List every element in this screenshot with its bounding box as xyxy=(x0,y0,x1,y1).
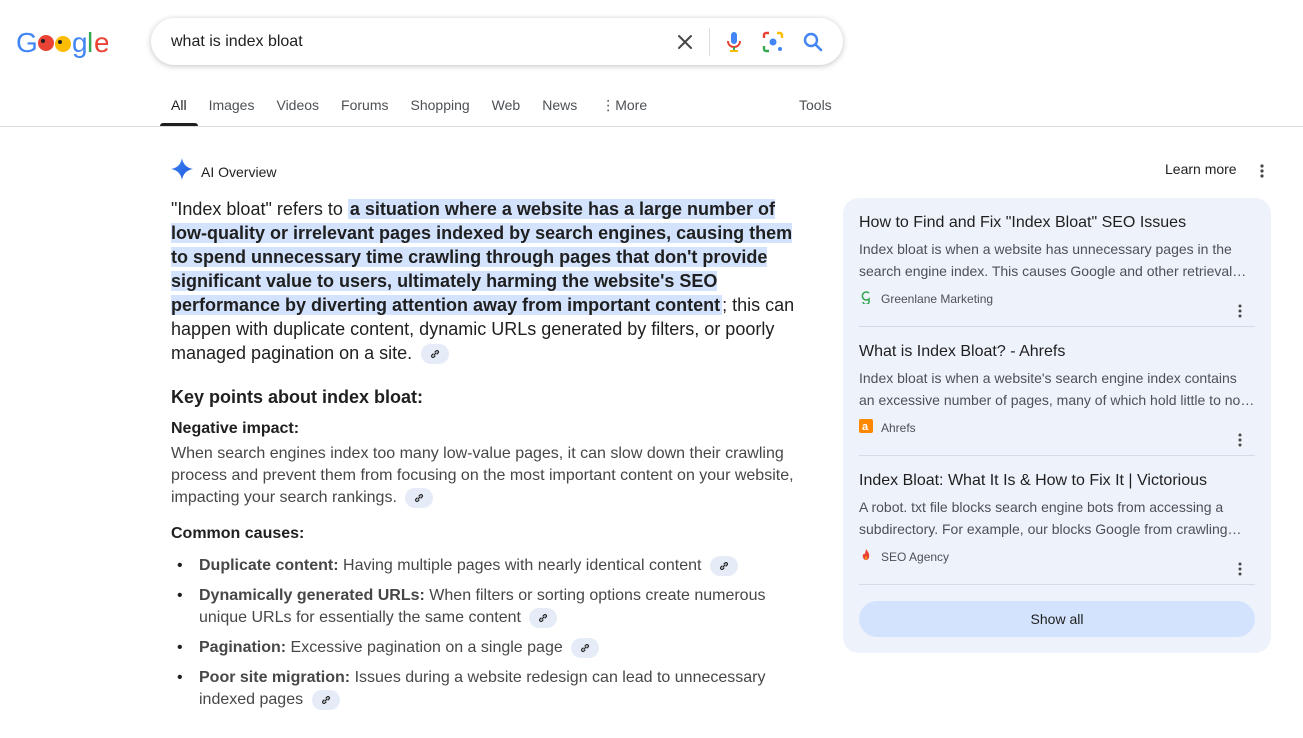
source-card[interactable]: What is Index Bloat? - Ahrefs Index bloa… xyxy=(859,341,1255,447)
flame-favicon-icon xyxy=(859,548,873,565)
link-icon[interactable] xyxy=(709,555,738,576)
source-snippet: A robot. txt file blocks search engine b… xyxy=(859,499,1242,537)
google-logo[interactable]: G g l e xyxy=(16,26,110,58)
source-divider xyxy=(859,455,1255,456)
link-icon[interactable] xyxy=(529,607,558,628)
search-box[interactable] xyxy=(151,18,843,65)
tab-news[interactable]: News xyxy=(531,88,588,126)
greenlane-favicon-icon xyxy=(859,290,873,307)
kebab-icon[interactable] xyxy=(1233,560,1247,578)
tab-more-label: More xyxy=(615,97,648,113)
list-item: Duplicate content: Having multiple pages… xyxy=(171,555,801,577)
kebab-icon: ⋮ xyxy=(601,97,616,113)
tab-all[interactable]: All xyxy=(160,88,198,126)
sources-panel: How to Find and Fix "Index Bloat" SEO Is… xyxy=(843,198,1271,653)
svg-text:a: a xyxy=(862,421,869,433)
tab-images[interactable]: Images xyxy=(198,88,266,126)
link-icon[interactable] xyxy=(421,344,450,365)
kebab-icon[interactable] xyxy=(1233,302,1247,320)
source-title[interactable]: Index Bloat: What It Is & How to Fix It … xyxy=(859,470,1255,492)
source-snippet: Index bloat is when a website has unnece… xyxy=(859,241,1247,279)
mic-icon[interactable] xyxy=(721,29,747,55)
cause-term: Poor site migration: xyxy=(199,669,351,686)
sparkle-icon xyxy=(171,158,193,185)
tools-button[interactable]: Tools xyxy=(799,88,832,122)
list-item: Poor site migration: Issues during a web… xyxy=(171,667,801,711)
cause-term: Pagination: xyxy=(199,639,287,656)
tab-forums[interactable]: Forums xyxy=(330,88,399,126)
learn-more-link[interactable]: Learn more xyxy=(1165,161,1237,177)
ai-overview-body: "Index bloat" refers to a situation wher… xyxy=(171,197,801,719)
svg-text:g: g xyxy=(72,27,87,58)
kebab-icon[interactable] xyxy=(1253,161,1271,181)
kebab-icon[interactable] xyxy=(1233,431,1247,449)
source-site: a Ahrefs xyxy=(859,419,1255,436)
svg-text:l: l xyxy=(87,27,92,58)
negative-impact-heading: Negative impact: xyxy=(171,420,300,437)
search-input[interactable] xyxy=(171,30,651,54)
source-site-name: SEO Agency xyxy=(881,549,950,564)
intro-lead: "Index bloat" refers to xyxy=(171,199,348,219)
clear-icon[interactable] xyxy=(672,29,698,55)
negative-impact-text: When search engines index too many low-v… xyxy=(171,443,801,509)
intro-paragraph: "Index bloat" refers to a situation wher… xyxy=(171,197,801,365)
link-icon[interactable] xyxy=(311,689,340,710)
show-all-button[interactable]: Show all xyxy=(859,601,1255,637)
cause-text: Having multiple pages with nearly identi… xyxy=(338,557,702,574)
tab-more[interactable]: ⋮ More xyxy=(588,88,658,126)
source-title[interactable]: What is Index Bloat? - Ahrefs xyxy=(859,341,1255,363)
search-icon[interactable] xyxy=(800,29,826,55)
key-points-heading: Key points about index bloat: xyxy=(171,387,424,407)
header-divider xyxy=(0,126,1303,127)
source-card[interactable]: How to Find and Fix "Index Bloat" SEO Is… xyxy=(859,212,1255,318)
common-causes-heading: Common causes: xyxy=(171,525,305,542)
ahrefs-favicon-icon: a xyxy=(859,419,873,436)
tab-videos[interactable]: Videos xyxy=(265,88,330,126)
source-card[interactable]: Index Bloat: What It Is & How to Fix It … xyxy=(859,470,1255,576)
cause-term: Dynamically generated URLs: xyxy=(199,587,425,604)
link-icon[interactable] xyxy=(571,637,600,658)
cause-text: Excessive pagination on a single page xyxy=(286,639,563,656)
google-doodle-logo: G g l e xyxy=(16,27,110,58)
search-divider xyxy=(709,28,710,56)
ai-overview-label: AI Overview xyxy=(201,163,277,180)
source-divider xyxy=(859,584,1255,585)
cause-term: Duplicate content: xyxy=(199,557,339,574)
source-site-name: Ahrefs xyxy=(881,420,916,435)
tab-shopping[interactable]: Shopping xyxy=(400,88,481,126)
link-icon[interactable] xyxy=(405,487,434,508)
ai-overview-header: AI Overview xyxy=(171,158,276,185)
source-snippet: Index bloat is when a website's search e… xyxy=(859,370,1255,408)
tab-web[interactable]: Web xyxy=(481,88,532,126)
causes-list: Duplicate content: Having multiple pages… xyxy=(171,555,801,711)
svg-text:e: e xyxy=(94,27,108,58)
source-site: Greenlane Marketing xyxy=(859,290,1255,307)
source-divider xyxy=(859,326,1255,327)
source-site: SEO Agency xyxy=(859,548,1255,565)
negative-impact-body: When search engines index too many low-v… xyxy=(171,445,794,506)
svg-text:G: G xyxy=(16,27,37,58)
lens-icon[interactable] xyxy=(760,29,786,55)
search-tabs: All Images Videos Forums Shopping Web Ne… xyxy=(160,88,658,126)
source-title[interactable]: How to Find and Fix "Index Bloat" SEO Is… xyxy=(859,212,1255,234)
list-item: Pagination: Excessive pagination on a si… xyxy=(171,637,801,659)
list-item: Dynamically generated URLs: When filters… xyxy=(171,585,801,629)
source-site-name: Greenlane Marketing xyxy=(881,291,994,306)
